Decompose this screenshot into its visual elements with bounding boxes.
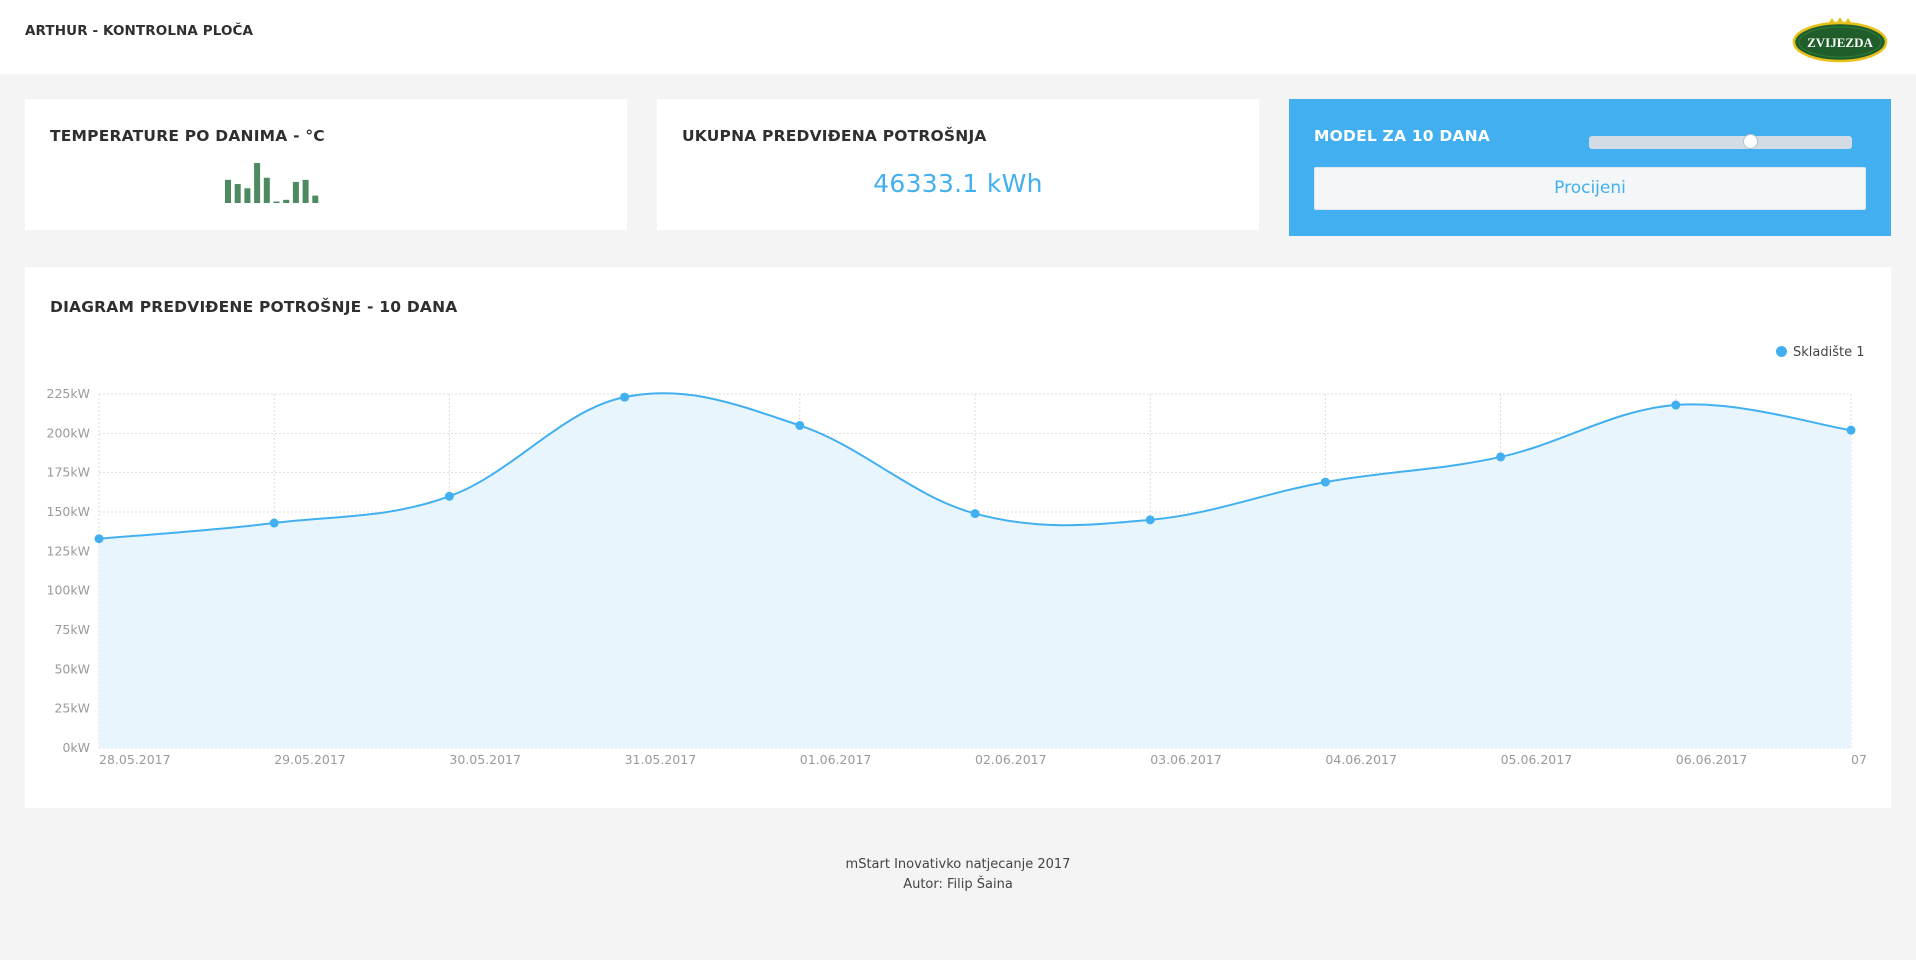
slider-thumb[interactable] (1742, 134, 1758, 149)
temperature-bar (244, 188, 251, 203)
y-tick-label: 25kW (54, 701, 90, 716)
days-slider[interactable] (1589, 134, 1852, 149)
data-point[interactable] (444, 491, 454, 501)
x-tick-label: 03.06.2017 (1150, 752, 1222, 767)
logo-text: ZVIJEZDA (1807, 35, 1873, 50)
total-consumption-title: UKUPNA PREDVIĐENA POTROŠNJA (682, 127, 987, 145)
footer-line-2: Autor: Filip Šaina (903, 877, 1013, 892)
total-consumption-value: 46333.1 kWh (873, 169, 1043, 198)
data-point[interactable] (620, 392, 630, 402)
x-tick-label: 31.05.2017 (625, 752, 697, 767)
y-tick-label: 200kW (47, 425, 90, 440)
footer-line-1: mStart Inovativko natjecanje 2017 (845, 857, 1071, 872)
legend-label: Skladište 1 (1793, 345, 1865, 360)
x-tick-label: 06.06.2017 (1676, 752, 1748, 767)
consumption-chart: 0kW 25kW 50kW 75kW 100kW 125kW 150kW 175kW 200kW… (47, 386, 1867, 767)
model-card-title: MODEL ZA 10 DANA (1314, 127, 1490, 145)
data-point[interactable] (1145, 515, 1155, 525)
temperature-bar (283, 199, 290, 203)
data-point[interactable] (1320, 477, 1330, 487)
y-tick-label: 175kW (47, 465, 90, 480)
data-point[interactable] (1496, 452, 1506, 462)
data-point[interactable] (1846, 425, 1856, 435)
x-tick-label: 30.05.2017 (449, 752, 521, 767)
x-tick-label: 05.06.2017 (1501, 752, 1573, 767)
temperature-bar (312, 195, 319, 203)
total-consumption-card: UKUPNA PREDVIĐENA POTROŠNJA 46333.1 kWh (657, 99, 1259, 230)
temperature-bar (292, 181, 299, 203)
y-tick-label: 75kW (54, 622, 90, 637)
temperature-bar (234, 184, 241, 203)
temperature-bar (225, 179, 231, 203)
consumption-chart-card: 0kW 25kW 50kW 75kW 100kW 125kW 150kW 175kW 200kW… (25, 267, 1891, 808)
temperature-sparkline (225, 163, 319, 203)
zvijezda-logo: ZVIJEZDA (1792, 17, 1888, 63)
app-title: ARTHUR - KONTROLNA PLOČA (25, 23, 254, 39)
temperature-bar (302, 179, 309, 203)
data-point[interactable] (1671, 400, 1681, 410)
temperature-bar (254, 163, 261, 203)
data-point[interactable] (795, 420, 805, 430)
top-bar: ARTHUR - KONTROLNA PLOČA ZVIJEZDA (0, 0, 1916, 74)
estimate-button[interactable]: Procijeni (1314, 167, 1866, 210)
x-tick-label: 04.06.2017 (1325, 752, 1397, 767)
chart-card-title: DIAGRAM PREDVIĐENE POTROŠNJE - 10 DANA (50, 298, 458, 316)
data-point[interactable] (94, 534, 104, 544)
footer: mStart Inovativko natjecanje 2017 Autor:… (0, 855, 1916, 895)
y-tick-label: 125kW (47, 543, 90, 558)
temperature-bar (263, 177, 270, 203)
temperature-bar (273, 201, 280, 203)
y-tick-label: 150kW (47, 504, 90, 519)
data-point[interactable] (970, 509, 980, 519)
x-tick-label: 28.05.2017 (99, 752, 171, 767)
x-tick-label: 02.06.2017 (975, 752, 1047, 767)
x-tick-label: 07 (1851, 752, 1867, 767)
x-tick-label: 01.06.2017 (800, 752, 872, 767)
legend-marker (1776, 346, 1787, 357)
temperature-card-title: TEMPERATURE PO DANIMA - °C (50, 127, 325, 145)
model-card: MODEL ZA 10 DANA Procijeni (1289, 99, 1891, 236)
data-point[interactable] (269, 518, 279, 528)
x-tick-label: 29.05.2017 (274, 752, 346, 767)
y-tick-label: 0kW (62, 740, 90, 755)
y-tick-label: 50kW (54, 661, 90, 676)
y-tick-label: 225kW (47, 386, 90, 401)
chart-legend[interactable]: Skladište 1 (1776, 345, 1865, 360)
temperature-card: TEMPERATURE PO DANIMA - °C (25, 99, 627, 230)
y-tick-label: 100kW (47, 583, 90, 598)
